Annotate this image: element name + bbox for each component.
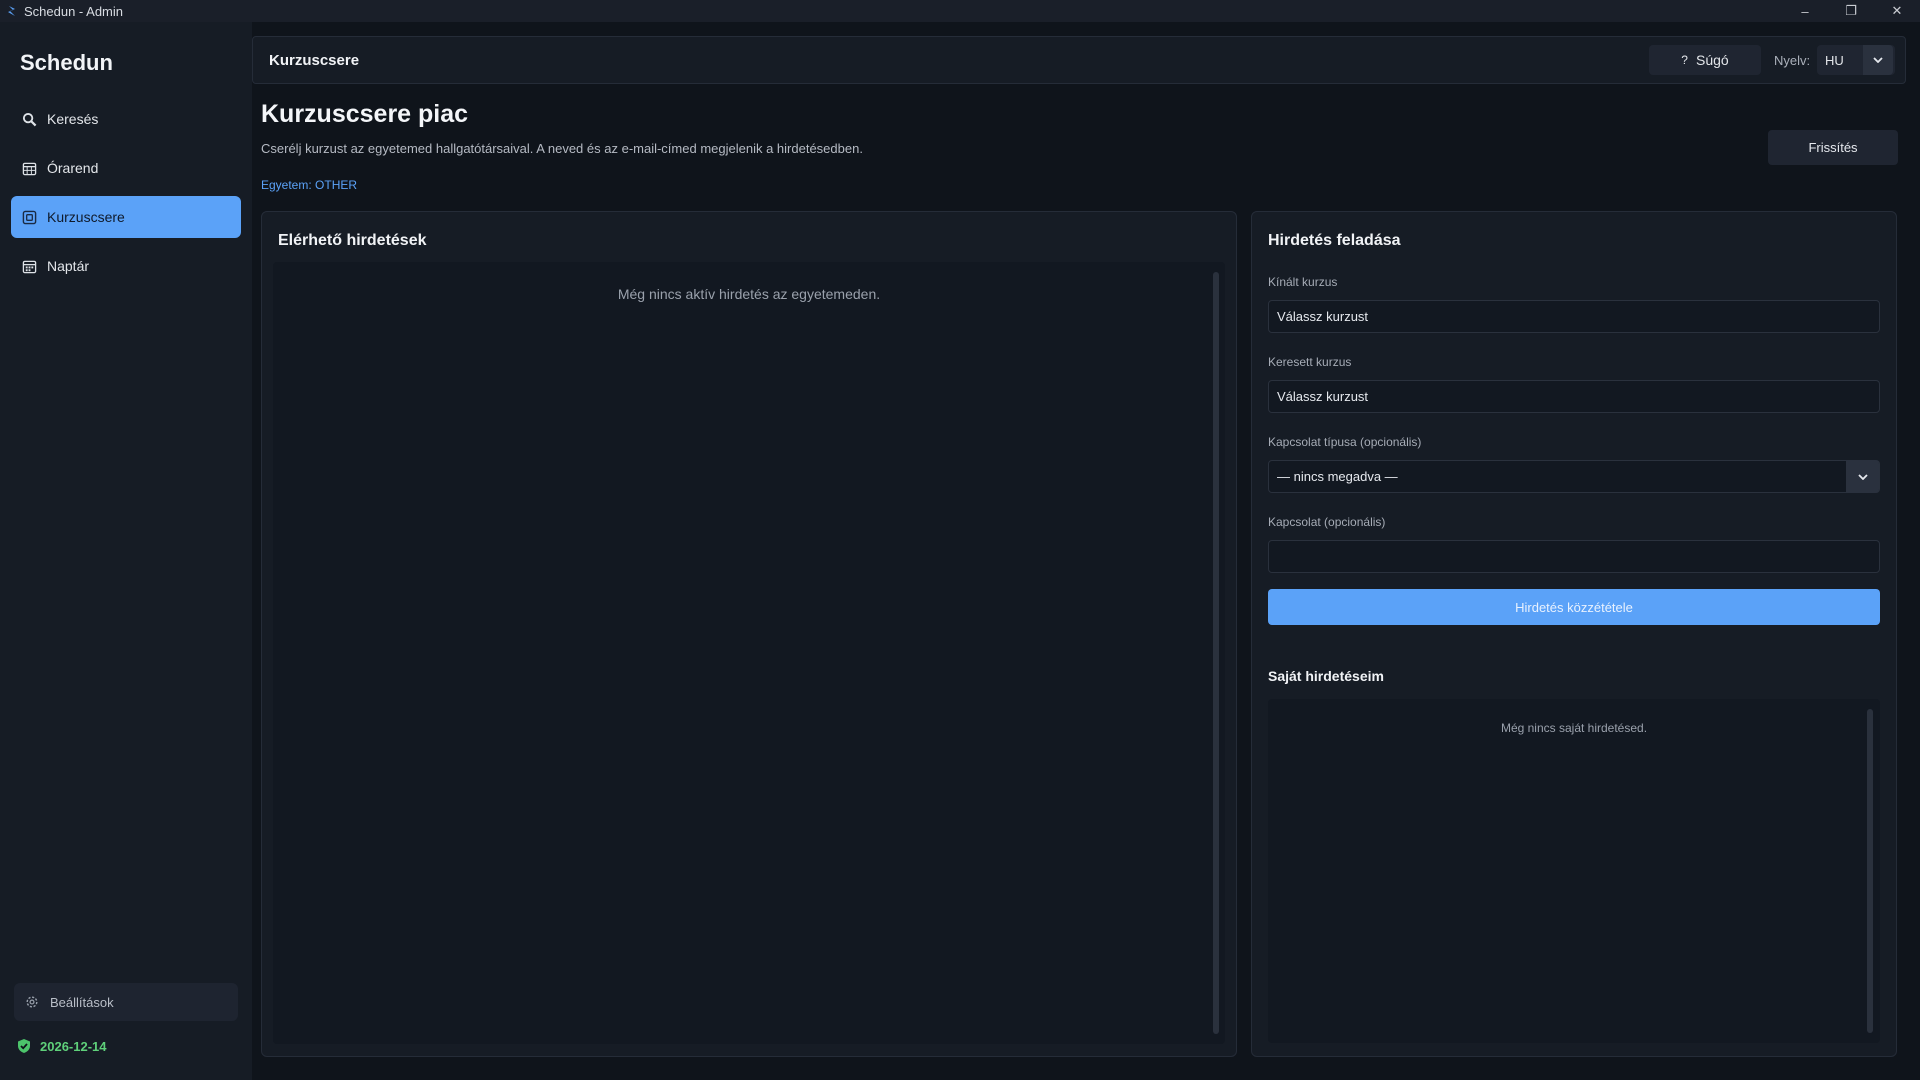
page-description: Cserélj kurzust az egyetemed hallgatótár…	[261, 141, 863, 156]
language-select[interactable]: HU	[1817, 45, 1895, 75]
sidebar-item-calendar[interactable]: Naptár	[11, 245, 241, 287]
chevron-down-icon[interactable]	[1863, 45, 1893, 75]
top-header: Kurzuscsere ? Súgó Nyelv: HU	[252, 36, 1906, 84]
post-listing-panel: Hirdetés feladása Kínált kurzus Válassz …	[1251, 211, 1897, 1057]
offered-course-value: Válassz kurzust	[1277, 309, 1369, 324]
search-icon	[21, 111, 37, 127]
my-listings-title: Saját hirdetéseim	[1268, 668, 1384, 684]
calendar-icon	[21, 258, 37, 274]
license-status: 2026-12-14	[16, 1038, 107, 1054]
settings-label: Beállítások	[50, 994, 114, 1010]
minimize-button[interactable]: –	[1782, 0, 1828, 22]
contact-label: Kapcsolat (opcionális)	[1268, 515, 1386, 529]
contact-type-select[interactable]: — nincs megadva —	[1268, 460, 1880, 493]
app-brand: Schedun	[20, 50, 113, 75]
timetable-icon	[21, 160, 37, 176]
sidebar-item-label: Keresés	[47, 111, 99, 127]
sidebar-item-search[interactable]: Keresés	[11, 98, 241, 140]
language-value: HU	[1825, 52, 1844, 68]
sidebar-nav: Keresés Órarend Kurzuscsere Naptár	[11, 98, 241, 294]
gear-icon	[24, 994, 40, 1010]
sidebar-item-label: Kurzuscsere	[47, 209, 125, 225]
offered-course-label: Kínált kurzus	[1268, 275, 1338, 289]
help-label: Súgó	[1695, 52, 1729, 68]
chevron-down-icon[interactable]	[1846, 460, 1879, 493]
scrollbar[interactable]	[1213, 272, 1219, 1034]
sidebar-item-label: Naptár	[47, 258, 90, 274]
header-title: Kurzuscsere	[269, 52, 360, 69]
shield-check-icon	[16, 1038, 32, 1054]
refresh-button[interactable]: Frissítés	[1768, 130, 1898, 165]
my-listings-empty: Még nincs saját hirdetésed.	[1500, 721, 1648, 735]
offered-course-select[interactable]: Válassz kurzust	[1268, 300, 1880, 333]
contact-input[interactable]	[1268, 540, 1880, 573]
scrollbar[interactable]	[1867, 709, 1873, 1033]
close-button[interactable]: ✕	[1874, 0, 1920, 22]
publish-listing-button[interactable]: Hirdetés közzététele	[1268, 589, 1880, 625]
language-label: Nyelv:	[1774, 53, 1811, 68]
help-icon: ?	[1681, 53, 1688, 67]
contact-type-value: — nincs megadva —	[1277, 469, 1398, 484]
app-logo-icon	[6, 5, 18, 17]
exchange-icon	[21, 209, 37, 225]
wanted-course-label: Keresett kurzus	[1268, 355, 1352, 369]
license-date: 2026-12-14	[40, 1038, 107, 1054]
available-listings-title: Elérhető hirdetések	[278, 232, 427, 249]
post-listing-title: Hirdetés feladása	[1268, 232, 1401, 249]
sidebar-item-course-exchange[interactable]: Kurzuscsere	[11, 196, 241, 238]
contact-type-label: Kapcsolat típusa (opcionális)	[1268, 435, 1422, 449]
available-listings-panel: Elérhető hirdetések Még nincs aktív hird…	[261, 211, 1237, 1057]
window-titlebar: Schedun - Admin – ❐ ✕	[0, 0, 1920, 22]
settings-button[interactable]: Beállítások	[14, 983, 238, 1021]
my-listings-list: Még nincs saját hirdetésed.	[1268, 699, 1880, 1043]
wanted-course-value: Válassz kurzust	[1277, 389, 1369, 404]
page-title: Kurzuscsere piac	[261, 100, 469, 128]
sidebar-item-timetable[interactable]: Órarend	[11, 147, 241, 189]
window-title: Schedun - Admin	[24, 3, 124, 19]
help-button[interactable]: ? Súgó	[1649, 45, 1761, 75]
available-listings-list: Még nincs aktív hirdetés az egyetemeden.	[273, 262, 1225, 1044]
wanted-course-select[interactable]: Válassz kurzust	[1268, 380, 1880, 413]
university-link[interactable]: Egyetem: OTHER	[261, 178, 357, 192]
available-listings-empty: Még nincs aktív hirdetés az egyetemeden.	[617, 286, 881, 302]
sidebar-item-label: Órarend	[47, 160, 99, 176]
sidebar: Schedun Keresés Órarend Kurzuscsere Napt…	[0, 22, 252, 1080]
restore-button[interactable]: ❐	[1828, 0, 1874, 22]
